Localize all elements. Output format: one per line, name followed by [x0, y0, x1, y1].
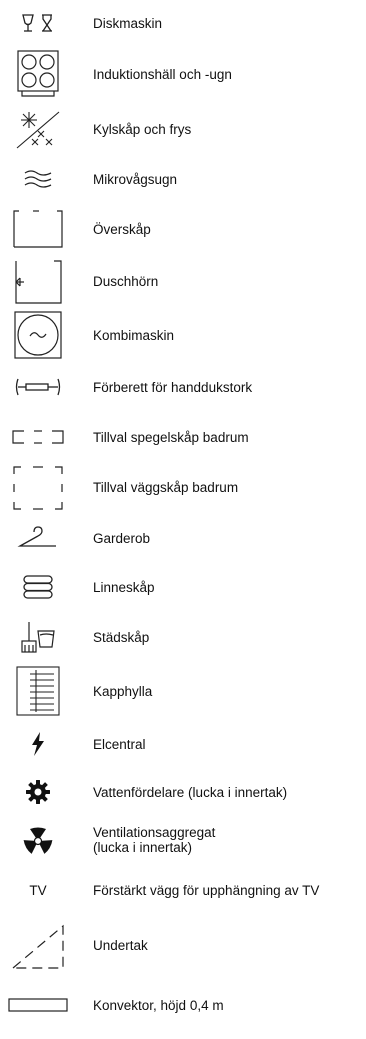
legend-label: Tillval väggskåp badrum — [93, 480, 239, 495]
legend-label: Förberett för handdukstork — [93, 380, 253, 395]
legend-label: Diskmaskin — [93, 16, 163, 31]
legend-label: Överskåp — [93, 222, 151, 237]
legend-label: Linneskåp — [93, 580, 155, 595]
legend-label: Städskåp — [93, 630, 150, 645]
shower-corner-icon — [10, 256, 66, 308]
coat-rack-icon — [10, 662, 66, 720]
legend-label: Mikrovågsugn — [93, 172, 178, 187]
washer-dryer-icon — [10, 308, 66, 362]
towel-rail-icon — [10, 362, 66, 412]
tv-symbol-text: TV — [29, 882, 47, 898]
legend-label: Elcentral — [93, 737, 146, 752]
gear-icon — [10, 768, 66, 816]
legend-label: Tillval spegelskåp badrum — [93, 430, 249, 445]
legend-label: Duschhörn — [93, 274, 159, 289]
suspended-ceiling-icon — [10, 914, 66, 980]
legend-label: Kapphylla — [93, 684, 153, 699]
cleaning-cabinet-icon — [10, 612, 66, 662]
legend-label: Ventilationsaggregat (lucka i innertak) — [93, 825, 216, 855]
fan-icon — [10, 816, 66, 866]
legend-label: Vattenfördelare (lucka i innertak) — [93, 785, 288, 800]
hanger-icon — [10, 514, 66, 562]
convector-icon — [8, 980, 68, 1030]
legend-label: Förstärkt vägg för upphängning av TV — [93, 883, 320, 898]
microwave-icon — [10, 154, 66, 204]
legend-label: Induktionshäll och -ugn — [93, 67, 232, 82]
legend-label: Konvektor, höjd 0,4 m — [93, 998, 224, 1013]
legend-label: Kylskåp och frys — [93, 122, 192, 137]
linen-cabinet-icon — [10, 562, 66, 612]
legend-label: Garderob — [93, 531, 151, 546]
lightning-icon — [10, 720, 66, 768]
induction-hob-oven-icon — [10, 46, 66, 106]
legend-label: Undertak — [93, 938, 148, 953]
legend-label: Kombimaskin — [93, 328, 175, 343]
dishwasher-icon — [10, 0, 66, 46]
fridge-freezer-icon — [10, 106, 66, 154]
bathroom-wall-cabinet-icon — [10, 462, 66, 514]
tv-text-symbol: TV — [10, 866, 66, 914]
mirror-cabinet-icon — [10, 412, 66, 462]
wall-cabinet-icon — [10, 204, 66, 254]
